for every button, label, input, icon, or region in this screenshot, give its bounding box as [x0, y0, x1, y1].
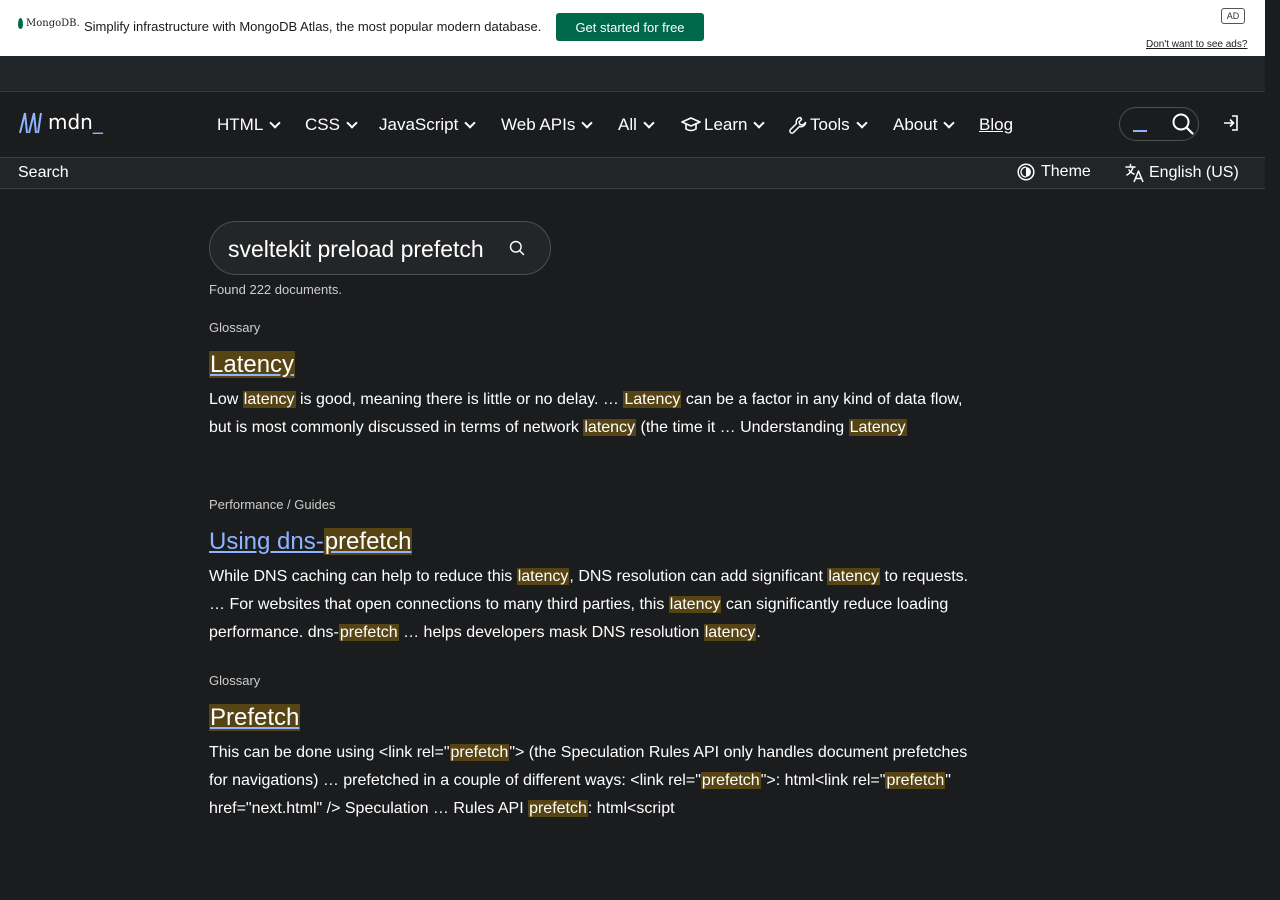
highlighted-term: prefetch [338, 624, 399, 641]
wrench-icon [789, 116, 807, 134]
highlighted-term: prefetch [700, 772, 761, 789]
page-title: Search [18, 164, 69, 181]
highlighted-term: latency [827, 568, 881, 585]
chevron-down-icon [753, 116, 766, 129]
search-result: Glossary Latency Low latency is good, me… [209, 320, 969, 442]
chevron-down-icon [856, 116, 868, 129]
text-segment: Using dns- [209, 528, 324, 555]
text-segment: … helps developers mask DNS resolution [398, 624, 704, 641]
chevron-down-icon [346, 116, 358, 129]
nav-label: CSS [305, 115, 340, 134]
results-count: Found 222 documents. [209, 282, 342, 297]
highlighted-term: Latency [623, 391, 682, 408]
main-nav: HTML CSS JavaScript Web APIs All Learn T… [217, 92, 1013, 158]
nav-label: All [618, 115, 637, 134]
nav-label: About [893, 115, 938, 134]
mongodb-leaf-icon [18, 18, 23, 29]
text-segment: ">: html<link rel=" [760, 772, 886, 789]
ad-tag: AD [1221, 8, 1245, 24]
nav-css[interactable]: CSS [305, 92, 379, 158]
site-header: mdn_ HTML CSS JavaScript Web APIs All Le… [0, 92, 1265, 158]
search-input[interactable] [228, 234, 500, 264]
text-segment: (the time it … Understanding [636, 419, 849, 436]
search-box [209, 221, 551, 275]
nav-label: Web APIs [501, 115, 576, 134]
theme-button[interactable]: Theme [1017, 163, 1091, 181]
login-icon[interactable] [1222, 114, 1240, 132]
result-breadcrumb: Performance / Guides [209, 497, 336, 512]
highlighted-term: latency [668, 596, 722, 613]
highlighted-term: latency [516, 568, 570, 585]
mongodb-logo[interactable]: MongoDB. [18, 18, 80, 29]
nav-javascript[interactable]: JavaScript [379, 92, 501, 158]
result-snippet: This can be done using <link rel="prefet… [209, 739, 969, 823]
text-segment: , DNS resolution can add significant [569, 568, 828, 585]
result-breadcrumb: Glossary [209, 673, 261, 688]
chevron-down-icon [643, 116, 655, 129]
result-snippet: While DNS caching can help to reduce thi… [209, 563, 969, 647]
mdn-m-icon [19, 112, 42, 134]
highlighted-term: latency [703, 624, 757, 641]
search-result: Glossary Prefetch This can be done using… [209, 673, 969, 823]
result-title-link[interactable]: Latency [209, 350, 296, 380]
nav-html[interactable]: HTML [217, 92, 305, 158]
nav-label: Learn [704, 115, 748, 134]
chevron-down-icon [943, 116, 956, 129]
nav-tools[interactable]: Tools [789, 92, 893, 158]
highlighted-term: prefetch [885, 772, 946, 789]
text-segment: This can be done using <link rel=" [209, 744, 450, 761]
nav-label: HTML [217, 115, 264, 134]
nav-blog[interactable]: Blog [979, 92, 1013, 158]
highlighted-term: prefetch [449, 744, 510, 761]
text-segment: Low [209, 391, 243, 408]
theme-label: Theme [1041, 163, 1091, 180]
ad-cta-button[interactable]: Get started for free [556, 13, 704, 41]
chevron-down-icon [269, 116, 281, 129]
result-breadcrumb: Glossary [209, 320, 261, 335]
mongodb-logo-text: MongoDB. [26, 18, 80, 29]
ad-text[interactable]: Simplify infrastructure with MongoDB Atl… [84, 19, 541, 34]
text-segment: : html<script [587, 800, 675, 817]
nav-web-apis[interactable]: Web APIs [501, 92, 618, 158]
chevron-down-icon [581, 116, 594, 129]
header-search-button[interactable] [1119, 107, 1199, 141]
highlighted-term: latency [583, 419, 637, 436]
nav-about[interactable]: About [893, 92, 979, 158]
highlighted-term: latency [242, 391, 296, 408]
language-label: English (US) [1149, 164, 1239, 181]
top-strip [0, 56, 1265, 92]
search-icon[interactable] [509, 240, 525, 256]
text-segment: is good, meaning there is little or no d… [295, 391, 624, 408]
chevron-down-icon [464, 116, 477, 129]
search-cursor [1133, 130, 1147, 132]
highlighted-term: prefetch [528, 800, 588, 817]
translate-icon [1125, 163, 1144, 183]
highlighted-term: prefetch [323, 528, 413, 555]
nav-label: Tools [810, 115, 850, 134]
mdn-logo[interactable]: mdn_ [18, 110, 103, 134]
highlighted-term: Latency [209, 351, 296, 378]
text-segment: . [756, 624, 761, 641]
result-title-link[interactable]: Using dns-prefetch [209, 527, 413, 557]
ad-banner: MongoDB. Simplify infrastructure with Mo… [0, 0, 1265, 56]
result-snippet: Low latency is good, meaning there is li… [209, 386, 969, 442]
nav-all[interactable]: All [618, 92, 681, 158]
theme-icon [1017, 163, 1035, 181]
highlighted-term: Latency [848, 419, 907, 436]
nav-label: JavaScript [379, 115, 459, 134]
language-button[interactable]: English (US) [1125, 163, 1239, 183]
ad-dismiss-link[interactable]: Don't want to see ads? [1146, 39, 1247, 50]
sub-header: Search Theme English (US) [0, 158, 1265, 189]
text-segment: While DNS caching can help to reduce thi… [209, 568, 517, 585]
nav-learn[interactable]: Learn [681, 92, 789, 158]
result-title-link[interactable]: Prefetch [209, 703, 301, 733]
graduation-cap-icon [681, 117, 701, 132]
mdn-logo-text: mdn_ [48, 110, 103, 134]
highlighted-term: Prefetch [209, 704, 301, 731]
search-result: Performance / Guides Using dns-prefetch … [209, 497, 969, 647]
search-icon [1172, 113, 1194, 135]
